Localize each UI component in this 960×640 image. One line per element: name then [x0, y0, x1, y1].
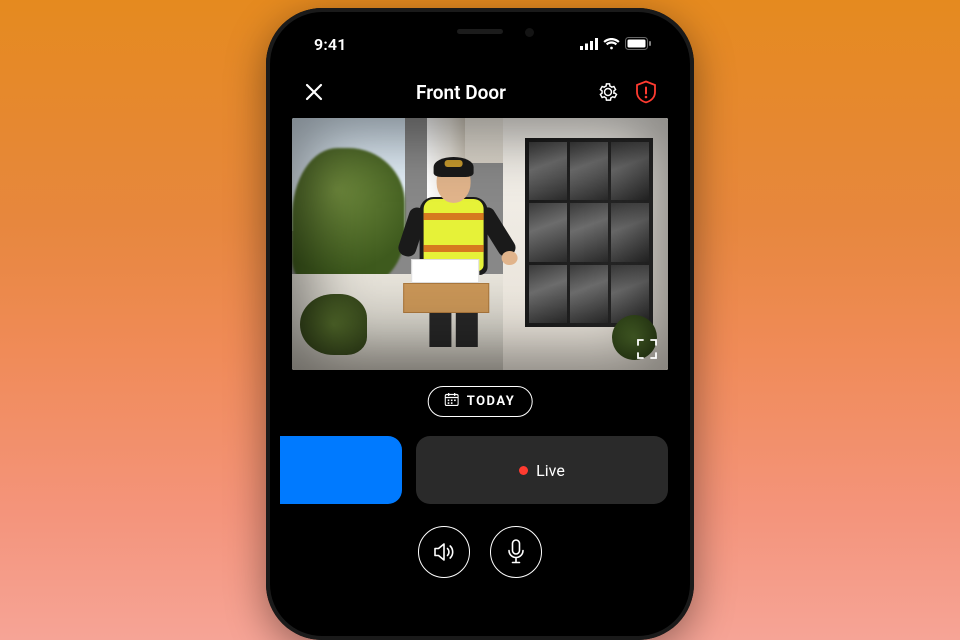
status-icons — [580, 35, 652, 54]
phone-screen: 9:41 Front Door — [280, 22, 680, 626]
gear-icon — [597, 81, 619, 103]
wifi-icon — [603, 35, 620, 54]
battery-icon — [625, 35, 652, 54]
speaker-icon — [432, 541, 456, 563]
camera-feed[interactable] — [292, 118, 668, 370]
fullscreen-button[interactable] — [636, 338, 658, 360]
live-label: Live — [536, 461, 565, 480]
microphone-icon — [507, 539, 525, 565]
status-time: 9:41 — [308, 35, 347, 54]
timeline: Live — [280, 436, 680, 504]
cellular-icon — [580, 35, 598, 54]
fullscreen-icon — [636, 338, 658, 360]
close-icon — [305, 83, 323, 101]
calendar-icon — [445, 393, 459, 410]
timeline-past-segment[interactable] — [280, 436, 402, 504]
live-indicator-icon — [519, 466, 528, 475]
speaker-button[interactable] — [418, 526, 470, 578]
alert-button[interactable] — [634, 80, 658, 104]
page-title: Front Door — [326, 81, 596, 104]
date-picker-label: TODAY — [467, 394, 516, 409]
alert-shield-icon — [635, 80, 657, 104]
call-controls — [280, 526, 680, 578]
phone-notch — [386, 22, 574, 50]
timeline-live-segment[interactable]: Live — [416, 436, 668, 504]
app-header: Front Door — [280, 70, 680, 114]
background: 9:41 Front Door — [0, 0, 960, 640]
camera-feed-scene — [292, 118, 668, 370]
settings-button[interactable] — [596, 80, 620, 104]
date-picker-button[interactable]: TODAY — [428, 386, 533, 417]
phone-frame: 9:41 Front Door — [266, 8, 694, 640]
close-button[interactable] — [302, 80, 326, 104]
microphone-button[interactable] — [490, 526, 542, 578]
